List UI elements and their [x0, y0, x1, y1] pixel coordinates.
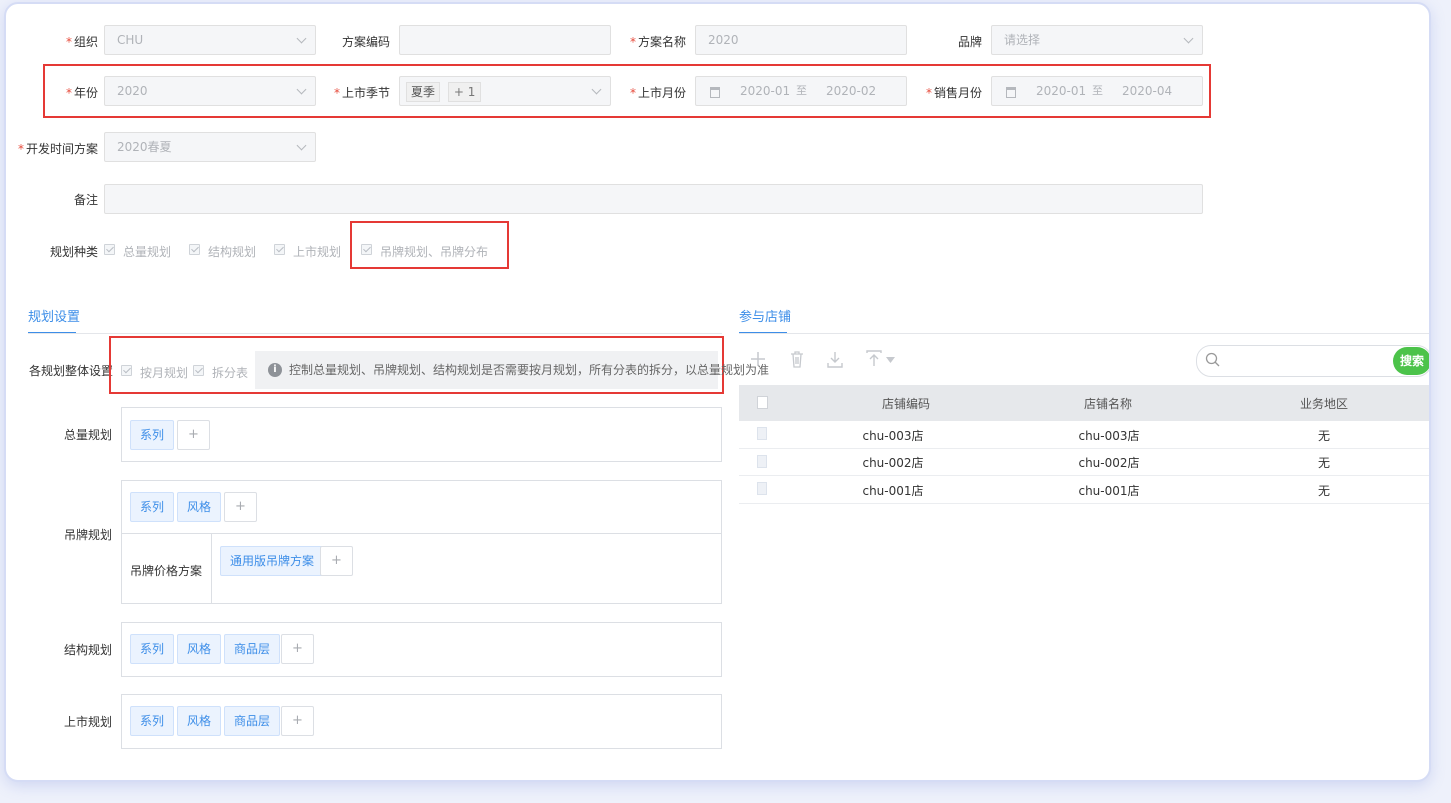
season-tag: 夏季 — [406, 81, 441, 102]
row-divider — [739, 503, 1429, 504]
cell-region: 无 — [1317, 484, 1330, 498]
cell-store-code: chu-003店 — [862, 429, 924, 443]
select-all-checkbox[interactable] — [757, 396, 768, 409]
row-checkbox[interactable] — [757, 427, 767, 440]
structure-plan-label: 结构规划 — [63, 643, 112, 657]
dev-time-plan-label: * 开发时间方案 — [17, 142, 98, 156]
plan-name-input[interactable]: 2020 — [695, 25, 907, 55]
structure-plan-tag-layer[interactable]: 商品层 — [224, 634, 281, 664]
tab-stores[interactable]: 参与店铺 — [739, 306, 791, 325]
season-more-tag: + 1 — [447, 81, 482, 102]
plan-type-tag-checkbox[interactable] — [361, 244, 372, 255]
org-select[interactable]: CHU — [104, 25, 316, 55]
plan-type-launch-label: 上市规划 — [293, 245, 342, 259]
plan-types-label: 规划种类 — [49, 245, 98, 259]
brand-label: 品牌 — [957, 35, 982, 49]
cell-store-name: chu-002店 — [1078, 456, 1140, 470]
column-store-name[interactable]: 店铺名称 — [1058, 395, 1158, 412]
tag-price-plan-tag[interactable]: 通用版吊牌方案 — [220, 546, 325, 576]
launch-plan-add-button[interactable]: + — [281, 706, 314, 736]
cell-store-name: chu-003店 — [1078, 429, 1140, 443]
total-plan-add-button[interactable]: + — [177, 420, 210, 450]
year-select[interactable]: 2020 — [104, 76, 316, 106]
overall-settings-label: 各规划整体设置 — [28, 364, 113, 378]
split-table-label: 拆分表 — [212, 366, 249, 380]
total-plan-label: 总量规划 — [63, 428, 112, 442]
org-label: * 组织 — [65, 35, 98, 49]
launch-month-label: * 上市月份 — [629, 86, 686, 100]
remark-label: 备注 — [73, 193, 98, 207]
sale-month-label: * 销售月份 — [925, 86, 982, 100]
cell-region: 无 — [1317, 456, 1330, 470]
launch-plan-tag-layer[interactable]: 商品层 — [224, 706, 281, 736]
tag-price-plan-add-button[interactable]: + — [320, 546, 353, 576]
chevron-down-icon — [296, 140, 307, 151]
plan-type-tag-label: 吊牌规划、吊牌分布 — [380, 245, 489, 259]
tag-plan-label: 吊牌规划 — [63, 528, 112, 542]
tag-plan-vdivider — [211, 534, 212, 603]
calendar-icon — [1006, 87, 1016, 98]
row-checkbox[interactable] — [757, 482, 767, 495]
chevron-down-icon — [296, 33, 307, 44]
total-plan-box — [121, 407, 722, 462]
row-divider — [739, 475, 1429, 476]
plan-type-total-label: 总量规划 — [123, 245, 172, 259]
tab-divider — [28, 333, 722, 334]
cell-store-name: chu-001店 — [1078, 484, 1140, 498]
chevron-down-icon — [591, 84, 602, 95]
download-icon[interactable] — [827, 351, 843, 368]
cell-region: 无 — [1317, 429, 1330, 443]
column-store-code[interactable]: 店铺编码 — [856, 395, 956, 412]
launch-plan-label: 上市规划 — [63, 715, 112, 729]
search-icon — [1205, 352, 1220, 367]
sale-month-range[interactable]: 2020-01 至 2020-04 — [991, 76, 1203, 106]
stores-tab-divider — [739, 333, 1429, 334]
structure-plan-tag-style[interactable]: 风格 — [177, 634, 222, 664]
main-card: * 组织 CHU 方案编码 * 方案名称 2020 品牌 请选择 * 年份 2020 … — [4, 2, 1431, 782]
dev-time-plan-select[interactable]: 2020春夏 — [104, 132, 316, 162]
tag-plan-tag-style[interactable]: 风格 — [177, 492, 222, 522]
monthly-plan-label: 按月规划 — [140, 366, 189, 380]
remark-input[interactable] — [104, 184, 1203, 214]
row-divider — [739, 448, 1429, 449]
tab-plan-settings[interactable]: 规划设置 — [28, 306, 80, 325]
tag-price-plan-label: 吊牌价格方案 — [130, 564, 203, 578]
plan-code-input[interactable] — [399, 25, 611, 55]
column-region[interactable]: 业务地区 — [1274, 395, 1374, 412]
launch-month-range[interactable]: 2020-01 至 2020-02 — [695, 76, 907, 106]
structure-plan-add-button[interactable]: + — [281, 634, 314, 664]
launch-plan-tag-series[interactable]: 系列 — [130, 706, 175, 736]
tag-plan-add-button[interactable]: + — [224, 492, 257, 522]
plan-type-structure-label: 结构规划 — [208, 245, 257, 259]
plan-type-launch-checkbox[interactable] — [274, 244, 285, 255]
search-input[interactable] — [1225, 350, 1385, 372]
plan-type-total-checkbox[interactable] — [104, 244, 115, 255]
monthly-plan-checkbox[interactable] — [121, 365, 132, 376]
row-checkbox[interactable] — [757, 455, 767, 468]
info-tip: i 控制总量规划、吊牌规划、结构规划是否需要按月规划，所有分表的拆分，以总量规划… — [255, 351, 769, 389]
plan-code-label: 方案编码 — [341, 35, 390, 49]
info-icon: i — [268, 363, 282, 377]
calendar-icon — [710, 87, 720, 98]
launch-plan-tag-style[interactable]: 风格 — [177, 706, 222, 736]
year-label: * 年份 — [65, 86, 98, 100]
season-select[interactable]: 夏季 + 1 — [399, 76, 611, 106]
caret-down-icon[interactable] — [886, 357, 895, 363]
chevron-down-icon — [1183, 33, 1194, 44]
plan-name-label: * 方案名称 — [629, 35, 686, 49]
total-plan-tag[interactable]: 系列 — [130, 420, 175, 450]
season-label: * 上市季节 — [333, 86, 390, 100]
plan-type-structure-checkbox[interactable] — [189, 244, 200, 255]
cell-store-code: chu-002店 — [862, 456, 924, 470]
cell-store-code: chu-001店 — [862, 484, 924, 498]
search-button[interactable]: 搜索 — [1393, 347, 1429, 375]
split-table-checkbox[interactable] — [193, 365, 204, 376]
chevron-down-icon — [296, 84, 307, 95]
plus-icon[interactable] — [750, 351, 766, 367]
trash-icon[interactable] — [790, 350, 804, 368]
brand-select[interactable]: 请选择 — [991, 25, 1203, 55]
upload-icon[interactable] — [866, 350, 882, 367]
structure-plan-tag-series[interactable]: 系列 — [130, 634, 175, 664]
tag-plan-tag-series[interactable]: 系列 — [130, 492, 175, 522]
